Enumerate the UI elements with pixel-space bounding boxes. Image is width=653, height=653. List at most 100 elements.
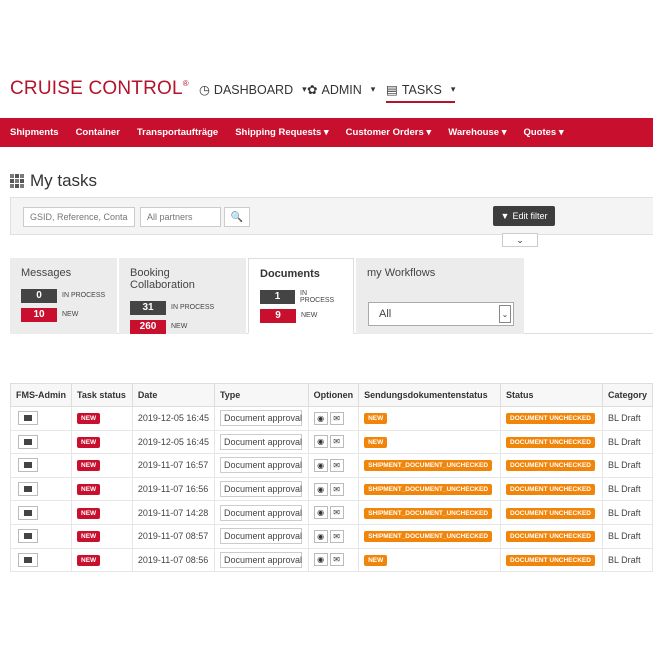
topnav-tasks[interactable]: ▤ TASKS ▾ bbox=[386, 82, 456, 103]
in-process-count: 31 bbox=[130, 300, 166, 315]
workflow-select[interactable]: All ⌄ bbox=[368, 302, 514, 326]
topnav-dashboard-label: DASHBOARD bbox=[213, 82, 294, 97]
search-icon: 🔍 bbox=[230, 211, 244, 223]
admin-list-icon[interactable] bbox=[18, 552, 38, 567]
partners-input[interactable] bbox=[140, 207, 221, 227]
task-status-badge: NEW bbox=[77, 507, 101, 519]
chevron-down-icon: ⌄ bbox=[499, 305, 511, 323]
brand-registered-mark: ® bbox=[182, 79, 189, 88]
col-fms-admin[interactable]: FMS-Admin bbox=[10, 383, 72, 407]
table-row[interactable]: NEW 2019-11-07 16:57 Document approval ◉… bbox=[10, 453, 653, 478]
search-button[interactable]: 🔍 bbox=[224, 207, 250, 227]
document-status-badge: NEW bbox=[364, 413, 388, 425]
tasks-table: FMS-Admin Task status Date Type Optionen… bbox=[10, 383, 653, 573]
topnav-admin-label: ADMIN bbox=[321, 82, 362, 97]
task-status-badge: NEW bbox=[77, 413, 101, 425]
task-category: BL Draft bbox=[601, 476, 653, 502]
caret-down-icon: ▾ bbox=[450, 84, 456, 94]
task-type[interactable]: Document approval bbox=[219, 528, 302, 545]
task-type[interactable]: Document approval bbox=[219, 504, 302, 521]
expand-filter-button[interactable]: ⌄ bbox=[502, 233, 538, 247]
brand-logo[interactable]: CRUISE CONTROL® bbox=[10, 78, 189, 100]
document-status-badge: SHIPMENT_DOCUMENT_UNCHECKED bbox=[364, 484, 493, 496]
table-row[interactable]: NEW 2019-12-05 16:45 Document approval ◉… bbox=[10, 406, 653, 431]
view-eye-icon[interactable]: ◉ bbox=[313, 506, 328, 520]
tab-booking-collaboration[interactable]: Booking Collaboration 31 IN PROCESS 260 NE… bbox=[119, 258, 246, 334]
task-category: BL Draft bbox=[601, 500, 653, 525]
mail-icon[interactable]: ✉ bbox=[329, 411, 344, 425]
admin-list-icon[interactable] bbox=[18, 482, 38, 497]
task-type[interactable]: Document approval bbox=[219, 551, 302, 568]
col-optionen[interactable]: Optionen bbox=[307, 383, 360, 407]
view-eye-icon[interactable]: ◉ bbox=[313, 411, 328, 425]
tab-my-workflows[interactable]: my Workflows All ⌄ bbox=[356, 258, 524, 334]
view-eye-icon[interactable]: ◉ bbox=[313, 553, 328, 567]
tab-messages-title: Messages bbox=[21, 267, 72, 279]
topnav-admin[interactable]: ✿ ADMIN ▾ bbox=[307, 82, 376, 98]
tab-workflows-title: my Workflows bbox=[367, 267, 436, 279]
menu-shipping-requests[interactable]: Shipping Requests ▾ bbox=[235, 127, 328, 138]
tasks-icon: ▤ bbox=[386, 83, 398, 97]
table-row[interactable]: NEW 2019-11-07 14:28 Document approval ◉… bbox=[10, 500, 653, 525]
view-eye-icon[interactable]: ◉ bbox=[313, 458, 328, 472]
caret-down-icon: ▾ bbox=[302, 84, 307, 94]
tab-documents[interactable]: Documents 1 IN PROCESS 9 NEW bbox=[248, 258, 354, 334]
table-row[interactable]: NEW 2019-11-07 08:57 Document approval ◉… bbox=[10, 523, 653, 549]
menu-transportauftraege[interactable]: Transportaufträge bbox=[137, 127, 218, 138]
task-type[interactable]: Document approval bbox=[219, 433, 302, 450]
menu-warehouse[interactable]: Warehouse ▾ bbox=[448, 127, 506, 138]
menu-container[interactable]: Container bbox=[76, 127, 120, 138]
task-date: 2019-11-07 08:57 bbox=[131, 523, 215, 549]
mail-icon[interactable]: ✉ bbox=[329, 506, 344, 520]
tab-messages[interactable]: Messages 0 IN PROCESS 10 NEW bbox=[10, 258, 117, 334]
search-input[interactable] bbox=[23, 207, 135, 227]
col-task-status[interactable]: Task status bbox=[71, 383, 133, 407]
col-date[interactable]: Date bbox=[131, 383, 215, 407]
status-badge: DOCUMENT UNCHECKED bbox=[506, 531, 595, 543]
view-eye-icon[interactable]: ◉ bbox=[313, 482, 328, 496]
task-date: 2019-11-07 08:56 bbox=[131, 547, 215, 573]
document-status-badge: SHIPMENT_DOCUMENT_UNCHECKED bbox=[364, 460, 493, 472]
table-row[interactable]: NEW 2019-12-05 16:45 Document approval ◉… bbox=[10, 429, 653, 455]
tab-booking-title: Booking Collaboration bbox=[130, 267, 195, 291]
mail-icon[interactable]: ✉ bbox=[329, 458, 344, 472]
menu-customer-orders[interactable]: Customer Orders ▾ bbox=[346, 127, 432, 138]
task-category: BL Draft bbox=[601, 523, 653, 549]
view-eye-icon[interactable]: ◉ bbox=[313, 529, 328, 543]
task-type[interactable]: Document approval bbox=[219, 481, 302, 498]
document-status-badge: SHIPMENT_DOCUMENT_UNCHECKED bbox=[364, 507, 493, 519]
col-category[interactable]: Category bbox=[601, 383, 653, 407]
task-status-badge: NEW bbox=[77, 554, 101, 566]
task-date: 2019-11-07 16:57 bbox=[131, 453, 215, 478]
table-row[interactable]: NEW 2019-11-07 08:56 Document approval ◉… bbox=[10, 547, 653, 573]
task-date: 2019-12-05 16:45 bbox=[131, 429, 215, 455]
mail-icon[interactable]: ✉ bbox=[329, 482, 344, 496]
admin-list-icon[interactable] bbox=[18, 529, 38, 544]
table-row[interactable]: NEW 2019-11-07 16:56 Document approval ◉… bbox=[10, 476, 653, 502]
topnav-dashboard[interactable]: ◷ DASHBOARD ▾ bbox=[199, 82, 307, 98]
admin-list-icon[interactable] bbox=[18, 458, 38, 473]
col-status[interactable]: Status bbox=[500, 383, 603, 407]
filter-bar: 🔍 ▼ Edit filter bbox=[10, 197, 653, 235]
view-eye-icon[interactable]: ◉ bbox=[313, 435, 328, 449]
admin-list-icon[interactable] bbox=[18, 411, 38, 426]
mail-icon[interactable]: ✉ bbox=[329, 435, 344, 449]
admin-list-icon[interactable] bbox=[18, 434, 38, 449]
col-sendungsdokumentenstatus[interactable]: Sendungsdokumentenstatus bbox=[358, 383, 502, 407]
tab-documents-title: Documents bbox=[260, 268, 320, 280]
mail-icon[interactable]: ✉ bbox=[329, 529, 344, 543]
top-navbar: CRUISE CONTROL® ◷ DASHBOARD ▾ ✿ ADMIN ▾ … bbox=[0, 72, 653, 106]
new-count: 10 bbox=[21, 307, 57, 322]
edit-filter-button[interactable]: ▼ Edit filter bbox=[493, 206, 555, 226]
admin-list-icon[interactable] bbox=[18, 505, 38, 520]
status-badge: DOCUMENT UNCHECKED bbox=[506, 413, 595, 425]
task-type[interactable]: Document approval bbox=[219, 457, 302, 474]
col-type[interactable]: Type bbox=[213, 383, 309, 407]
menu-quotes[interactable]: Quotes ▾ bbox=[523, 127, 563, 138]
task-date: 2019-12-05 16:45 bbox=[131, 406, 215, 431]
task-type[interactable]: Document approval bbox=[219, 410, 302, 427]
gear-icon: ✿ bbox=[307, 83, 318, 97]
caret-down-icon: ▾ bbox=[370, 84, 376, 94]
menu-shipments[interactable]: Shipments bbox=[10, 127, 59, 138]
mail-icon[interactable]: ✉ bbox=[329, 553, 344, 567]
